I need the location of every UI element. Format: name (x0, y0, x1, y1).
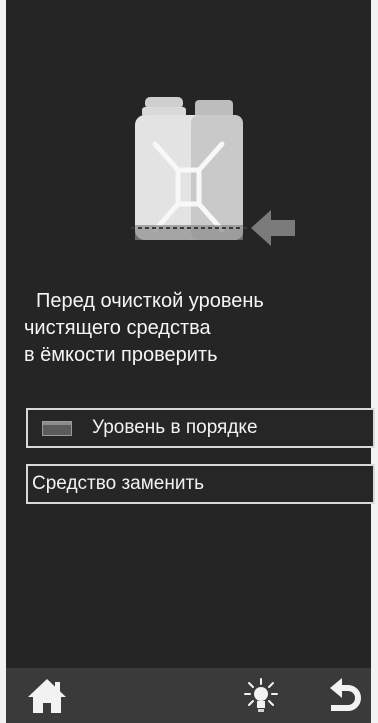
instruction-line-3: в ёмкости проверить (24, 344, 218, 366)
screen: Перед очисткой уровень чистящего средств… (6, 0, 375, 723)
level-ok-label: Уровень в порядке (92, 417, 258, 438)
replace-agent-label: Средство заменить (32, 473, 205, 494)
home-icon[interactable] (26, 676, 68, 716)
light-bulb-icon[interactable] (244, 678, 278, 714)
bottom-nav-bar (6, 668, 371, 723)
level-indicator-icon (42, 420, 72, 436)
back-arrow-icon[interactable] (328, 676, 364, 716)
cleaning-canister-icon (131, 97, 295, 246)
instruction-line-1: Перед очисткой уровень (36, 290, 264, 312)
level-ok-button[interactable]: Уровень в порядке (26, 408, 375, 448)
instruction-text: Перед очисткой уровень чистящего средств… (24, 288, 364, 369)
replace-agent-button[interactable]: Средство заменить (26, 464, 375, 504)
instruction-line-2: чистящего средства (24, 317, 211, 339)
